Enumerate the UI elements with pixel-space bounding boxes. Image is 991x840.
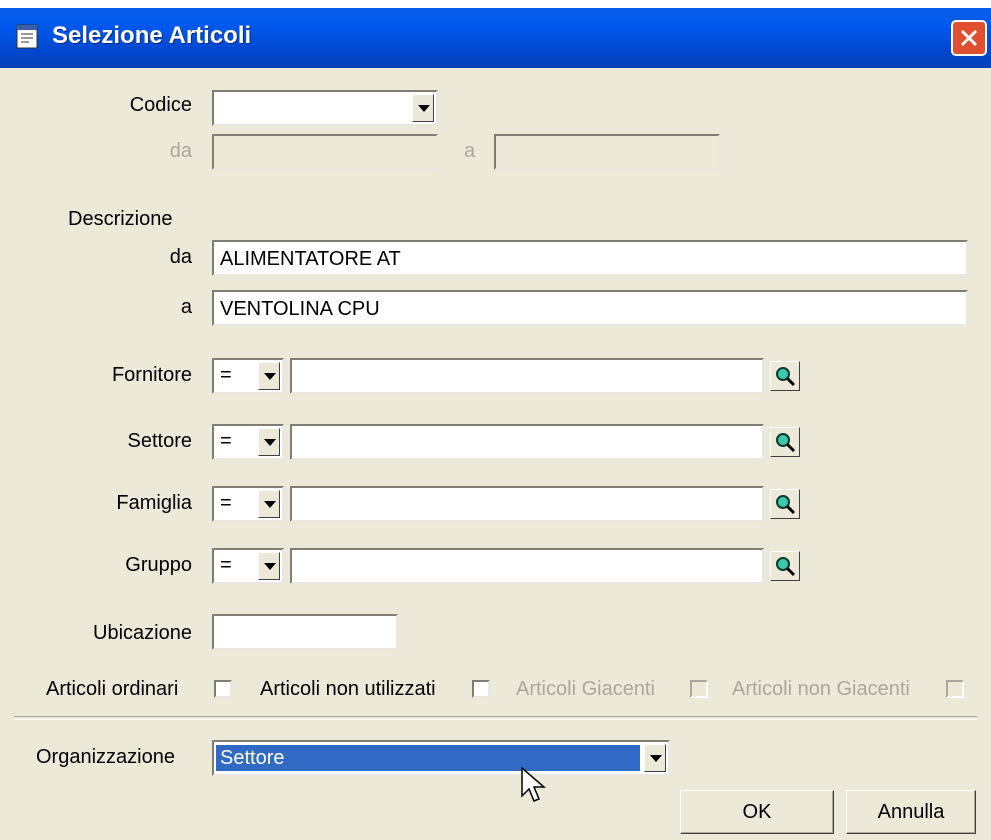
organizzazione-value: Settore	[216, 745, 640, 771]
settore-lookup-button[interactable]	[770, 427, 800, 457]
articoli-ordinari-label: Articoli ordinari	[46, 678, 179, 700]
close-button[interactable]	[951, 20, 987, 56]
chevron-down-icon[interactable]	[258, 428, 280, 456]
descrizione-a-field[interactable]: VENTOLINA CPU	[212, 290, 968, 326]
articoli-non-utilizzati-label: Articoli non utilizzati	[260, 678, 436, 700]
settore-label: Settore	[127, 430, 192, 452]
magnifier-icon	[776, 495, 796, 515]
famiglia-operator-combo[interactable]: =	[212, 486, 284, 522]
fornitore-operator: =	[220, 364, 232, 386]
gruppo-label: Gruppo	[125, 554, 192, 576]
famiglia-lookup-button[interactable]	[770, 489, 800, 519]
famiglia-field[interactable]	[290, 486, 764, 522]
settore-field[interactable]	[290, 424, 764, 460]
codice-da-field[interactable]	[212, 134, 438, 170]
chevron-down-icon[interactable]	[412, 94, 434, 122]
ubicazione-field[interactable]	[212, 614, 398, 650]
window-title: Selezione Articoli	[52, 22, 252, 49]
gruppo-operator-combo[interactable]: =	[212, 548, 284, 584]
gruppo-field[interactable]	[290, 548, 764, 584]
chevron-down-icon[interactable]	[258, 362, 280, 390]
chevron-down-icon[interactable]	[258, 490, 280, 518]
organizzazione-combo[interactable]: Settore	[212, 740, 670, 776]
articoli-non-giacenti-checkbox[interactable]	[946, 680, 964, 698]
magnifier-icon	[776, 557, 796, 577]
articoli-giacenti-checkbox[interactable]	[690, 680, 708, 698]
ok-button[interactable]: OK	[680, 790, 834, 834]
chevron-down-icon[interactable]	[258, 552, 280, 580]
magnifier-icon	[776, 367, 796, 387]
famiglia-operator: =	[220, 492, 232, 514]
codice-a-field[interactable]	[494, 134, 720, 170]
magnifier-icon	[776, 433, 796, 453]
codice-label: Codice	[129, 94, 192, 116]
descrizione-a-label: a	[180, 296, 192, 318]
close-icon	[960, 29, 978, 47]
descrizione-da-label: da	[169, 246, 192, 268]
gruppo-operator: =	[220, 554, 232, 576]
title-bar[interactable]: Selezione Articoli	[0, 8, 991, 68]
fornitore-operator-combo[interactable]: =	[212, 358, 284, 394]
articoli-giacenti-label: Articoli Giacenti	[516, 678, 655, 700]
articoli-ordinari-checkbox[interactable]	[214, 680, 232, 698]
codice-da-label: da	[169, 140, 192, 162]
dialog-window: Selezione Articoli Codice da a Descrizio…	[0, 8, 991, 840]
chevron-down-icon[interactable]	[644, 744, 666, 772]
fornitore-lookup-button[interactable]	[770, 361, 800, 391]
codice-a-label: a	[464, 140, 476, 162]
famiglia-label: Famiglia	[116, 492, 192, 514]
fornitore-field[interactable]	[290, 358, 764, 394]
settore-operator: =	[220, 430, 232, 452]
cancel-button[interactable]: Annulla	[846, 790, 976, 834]
descrizione-label: Descrizione	[68, 208, 173, 230]
app-window-icon	[16, 24, 40, 50]
gruppo-lookup-button[interactable]	[770, 551, 800, 581]
separator	[14, 716, 977, 720]
codice-combo[interactable]	[212, 90, 438, 126]
mouse-cursor-icon	[521, 766, 547, 802]
ubicazione-label: Ubicazione	[93, 622, 192, 644]
organizzazione-label: Organizzazione	[36, 746, 175, 768]
articoli-non-utilizzati-checkbox[interactable]	[472, 680, 490, 698]
descrizione-da-field[interactable]: ALIMENTATORE AT	[212, 240, 968, 276]
articoli-non-giacenti-label: Articoli non Giacenti	[732, 678, 910, 700]
fornitore-label: Fornitore	[111, 364, 192, 386]
settore-operator-combo[interactable]: =	[212, 424, 284, 460]
